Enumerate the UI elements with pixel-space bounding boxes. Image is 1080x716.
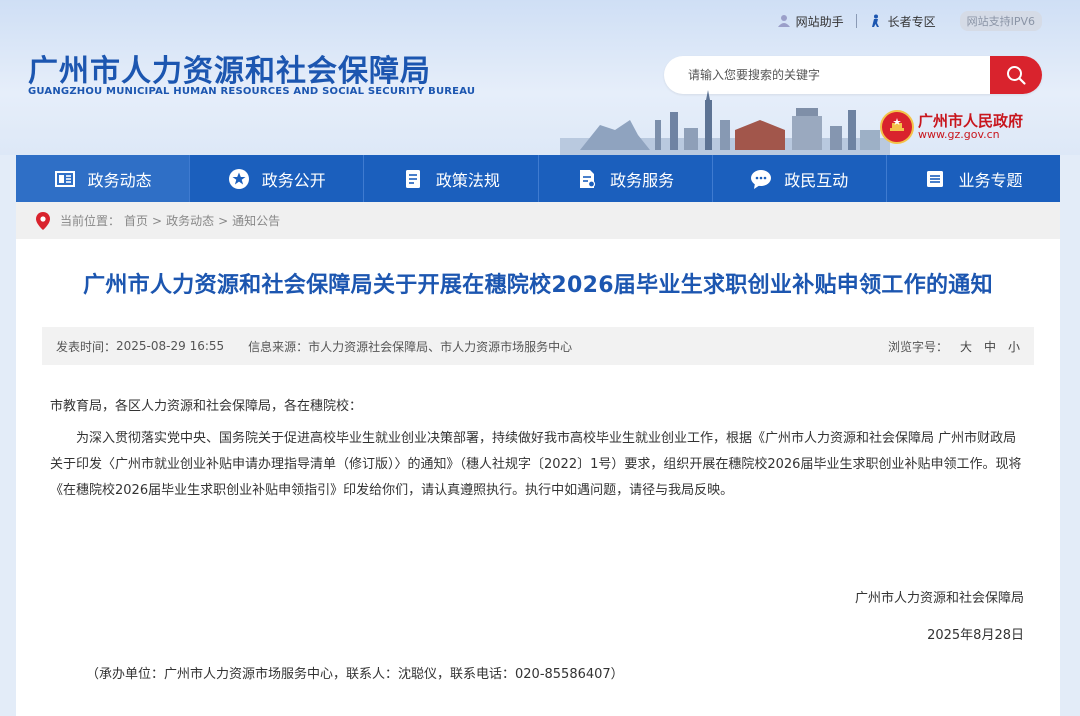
nav-label: 政务公开 bbox=[261, 170, 326, 190]
search-input[interactable] bbox=[664, 56, 990, 94]
guangzhou-gov-logo[interactable]: 广州市人民政府 www.gz.gov.cn bbox=[880, 110, 1023, 144]
search-box bbox=[664, 56, 1042, 94]
nav-label: 政民互动 bbox=[784, 170, 849, 190]
article-meta-bar: 发表时间： 2025-08-29 16:55 信息来源： 市人力资源社会保障局、… bbox=[42, 327, 1034, 365]
breadcrumb-notices[interactable]: 通知公告 bbox=[232, 212, 280, 229]
article-paragraph: 为深入贯彻落实党中央、国务院关于促进高校毕业生就业创业决策部署，持续做好我市高校… bbox=[50, 431, 1022, 498]
document-icon bbox=[405, 169, 420, 188]
site-header: 网站助手 长者专区 网站支持IPV6 广州市人力资源和社会保障局 GUANGZH… bbox=[0, 0, 1080, 155]
font-size-large-button[interactable]: 大 bbox=[960, 338, 972, 355]
breadcrumb-separator: > bbox=[152, 213, 163, 228]
article-salutation: 市教育局，各区人力资源和社会保障局，各在穗院校： bbox=[50, 399, 363, 414]
font-size-small-button[interactable]: 小 bbox=[1008, 338, 1020, 355]
article-date: 2025年8月28日 bbox=[927, 628, 1024, 643]
article-signature: 广州市人力资源和社会保障局 bbox=[854, 591, 1024, 606]
search-button[interactable] bbox=[990, 56, 1042, 94]
article-body: 市教育局，各区人力资源和社会保障局，各在穗院校： 为深入贯彻落实党中央、国务院关… bbox=[50, 394, 1026, 504]
nav-item-interaction[interactable]: 政民互动 bbox=[713, 155, 887, 202]
elder-zone-label: 长者专区 bbox=[887, 14, 936, 29]
article-contact: （承办单位：广州市人力资源市场服务中心，联系人：沈聪仪，联系电话：020-855… bbox=[86, 667, 624, 682]
font-size-controls: 浏览字号： 大 中 小 bbox=[888, 338, 1020, 355]
elder-icon bbox=[871, 14, 879, 27]
star-circle-icon bbox=[228, 168, 249, 189]
font-size-medium-button[interactable]: 中 bbox=[984, 338, 996, 355]
nav-item-topics[interactable]: 业务专题 bbox=[887, 155, 1060, 202]
site-logo-title[interactable]: 广州市人力资源和社会保障局 bbox=[28, 46, 431, 90]
breadcrumb-home[interactable]: 首页 bbox=[124, 212, 148, 229]
breadcrumb-separator: > bbox=[218, 213, 229, 228]
nav-item-policies[interactable]: 政策法规 bbox=[364, 155, 539, 202]
elder-zone-link[interactable]: 长者专区 bbox=[857, 13, 948, 30]
site-logo-subtitle: GUANGZHOU MUNICIPAL HUMAN RESOURCES AND … bbox=[28, 86, 476, 97]
gov-emblem-icon bbox=[880, 110, 914, 144]
newspaper-icon bbox=[54, 170, 75, 187]
publish-time-label: 发表时间： bbox=[56, 339, 117, 354]
user-icon bbox=[777, 15, 790, 27]
gov-name: 广州市人民政府 bbox=[918, 111, 1024, 130]
nav-label: 政策法规 bbox=[435, 170, 500, 190]
list-icon bbox=[927, 170, 944, 187]
ipv6-badge: 网站支持IPV6 bbox=[959, 11, 1042, 31]
nav-label: 业务专题 bbox=[958, 170, 1023, 190]
nav-item-disclosure[interactable]: 政务公开 bbox=[190, 155, 365, 202]
article-container: 广州市人力资源和社会保障局关于开展在穗院校2026届毕业生求职创业补贴申领工作的… bbox=[16, 239, 1060, 716]
service-doc-icon bbox=[580, 169, 596, 188]
breadcrumb: 当前位置： 首页 > 政务动态 > 通知公告 bbox=[16, 202, 1060, 239]
location-pin-icon bbox=[36, 211, 50, 230]
search-icon bbox=[1007, 66, 1026, 85]
breadcrumb-prefix: 当前位置： bbox=[60, 214, 121, 228]
nav-label: 政务动态 bbox=[87, 170, 152, 190]
article-title: 广州市人力资源和社会保障局关于开展在穗院校2026届毕业生求职创业补贴申领工作的… bbox=[83, 273, 993, 298]
publish-time: 2025-08-29 16:55 bbox=[116, 339, 225, 353]
font-size-label: 浏览字号： bbox=[887, 339, 948, 354]
source-label: 信息来源： bbox=[248, 339, 309, 354]
nav-item-services[interactable]: 政务服务 bbox=[539, 155, 713, 202]
gov-url: www.gz.gov.cn bbox=[918, 128, 1000, 142]
nav-label: 政务服务 bbox=[610, 170, 675, 190]
site-assistant-link[interactable]: 网站助手 bbox=[765, 13, 856, 30]
breadcrumb-news[interactable]: 政务动态 bbox=[166, 212, 214, 229]
site-assistant-label: 网站助手 bbox=[795, 14, 844, 29]
article-source: 市人力资源社会保障局、市人力资源市场服务中心 bbox=[308, 339, 573, 354]
chat-icon bbox=[751, 169, 772, 189]
top-links: 网站助手 长者专区 网站支持IPV6 bbox=[765, 10, 1042, 32]
main-nav: 政务动态 政务公开 政策法规 政务服务 政民互动 业务专题 bbox=[16, 155, 1060, 202]
nav-item-news[interactable]: 政务动态 bbox=[16, 155, 191, 202]
city-skyline-illustration bbox=[560, 90, 890, 155]
